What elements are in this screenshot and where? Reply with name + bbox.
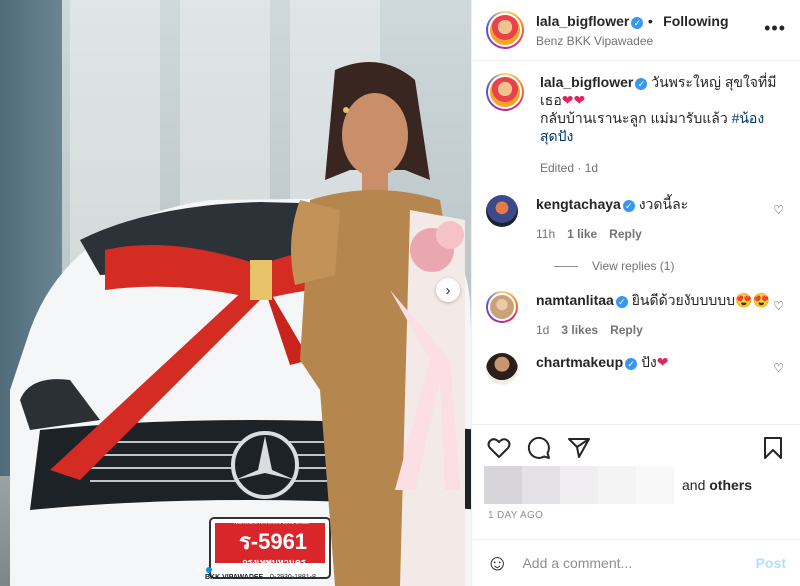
verified-badge-icon: ✓ <box>622 200 635 212</box>
comment-reply-button[interactable]: Reply <box>609 225 642 243</box>
caption-text-line2: กลับบ้านเรานะลูก แม่มารับแล้ว <box>540 110 728 126</box>
commenter-avatar[interactable] <box>486 195 518 227</box>
post-caption: lala_bigflower ✓ วันพระใหญ่ สุขใจที่มีเธอ… <box>486 73 786 177</box>
heart-eyes-emoji-icon: 😍 <box>752 292 770 308</box>
carousel-dot-active <box>206 567 212 573</box>
caption-edited-time: Edited · 1d <box>540 161 599 175</box>
comment-item: namtanlitaa ✓ ยินดีด้วยงับบบบบ😍😍 1d 3 lik… <box>486 291 786 339</box>
author-avatar[interactable] <box>486 11 524 49</box>
verified-badge-icon: ✓ <box>625 358 638 370</box>
add-comment-input[interactable] <box>522 555 756 571</box>
divider-line <box>554 265 578 267</box>
comment-bubble-icon[interactable] <box>526 435 552 461</box>
comment-reply-button[interactable]: Reply <box>610 321 643 339</box>
carousel-indicator <box>196 567 232 573</box>
comment-item: chartmakeup ✓ ปัง❤ ♡ <box>486 353 786 385</box>
verified-badge-icon: ✓ <box>631 16 644 29</box>
post-comment-button[interactable]: Post <box>756 555 786 571</box>
heart-emoji-icon: ❤ <box>573 92 586 108</box>
comment-text: ปัง <box>641 354 657 370</box>
carousel-dot <box>216 567 222 573</box>
comment-like-count[interactable]: 1 like <box>567 225 597 243</box>
following-button[interactable]: Following <box>663 13 728 29</box>
more-options-icon[interactable]: ••• <box>764 18 786 39</box>
post-header: lala_bigflower ✓ • Following Benz BKK Vip… <box>472 0 800 61</box>
comment-username[interactable]: chartmakeup <box>536 354 623 370</box>
carousel-dot <box>196 567 202 573</box>
save-bookmark-icon[interactable] <box>760 435 786 461</box>
verified-badge-icon: ✓ <box>615 296 628 308</box>
liker-avatar-blurred <box>522 466 560 504</box>
heart-emoji-icon: ❤ <box>561 92 574 108</box>
liked-by-row[interactable]: and others <box>484 466 752 504</box>
add-comment-bar: ☺ Post <box>472 539 800 586</box>
comment-time: 11h <box>536 227 556 241</box>
author-username[interactable]: lala_bigflower <box>536 13 629 29</box>
carousel-next-button[interactable]: › <box>436 278 460 302</box>
comment-item: kengtachaya ✓ งวดนี้ละ 11h 1 like Reply ♡ <box>486 195 786 243</box>
comment-time: 1d <box>536 323 550 337</box>
heart-emoji-icon: ❤ <box>656 354 669 370</box>
caption-author-avatar[interactable] <box>486 73 524 111</box>
plate-dealer: BKK VIPAWADEE <box>205 574 264 581</box>
post-side-panel: lala_bigflower ✓ • Following Benz BKK Vip… <box>471 0 800 586</box>
comment-username[interactable]: kengtachaya <box>536 196 621 212</box>
likes-and-label: and <box>682 477 706 493</box>
liker-avatar-blurred <box>636 466 674 504</box>
view-replies-label: View replies (1) <box>592 259 675 273</box>
caption-username[interactable]: lala_bigflower <box>540 74 633 90</box>
woman-holding-bouquet-image <box>291 62 465 586</box>
post-time-ago: 1 DAY AGO <box>488 510 544 521</box>
comment-like-count[interactable]: 3 likes <box>561 321 598 339</box>
chevron-right-icon: › <box>445 281 451 299</box>
comment-like-heart-icon[interactable]: ♡ <box>773 203 784 217</box>
comment-text: ยินดีด้วยงับบบบบ <box>631 292 735 308</box>
commenter-avatar[interactable] <box>486 353 518 385</box>
liker-avatar-blurred <box>560 466 598 504</box>
view-replies-button[interactable]: View replies (1) <box>554 259 786 273</box>
share-paper-plane-icon[interactable] <box>566 435 592 461</box>
post-media: ร-5961 Authorized Mercedes-Benz Dealer ก… <box>0 0 471 586</box>
like-heart-icon[interactable] <box>486 435 512 461</box>
liker-avatar-blurred <box>598 466 636 504</box>
commenter-avatar[interactable] <box>486 291 518 323</box>
post-actions-bar <box>472 424 800 470</box>
comment-like-heart-icon[interactable]: ♡ <box>773 299 784 313</box>
emoji-picker-icon[interactable]: ☺ <box>486 550 508 576</box>
comment-username[interactable]: namtanlitaa <box>536 292 614 308</box>
post-location-link[interactable]: Benz BKK Vipawadee <box>536 34 729 49</box>
comments-list[interactable]: lala_bigflower ✓ วันพระใหญ่ สุขใจที่มีเธอ… <box>472 61 800 424</box>
likes-others-link[interactable]: others <box>709 477 752 493</box>
carousel-dot <box>226 567 232 573</box>
liker-avatar-blurred <box>484 466 522 504</box>
verified-badge-icon: ✓ <box>635 78 648 90</box>
heart-eyes-emoji-icon: 😍 <box>735 292 753 308</box>
comment-text: งวดนี้ละ <box>638 196 689 212</box>
comment-like-heart-icon[interactable]: ♡ <box>773 361 784 375</box>
